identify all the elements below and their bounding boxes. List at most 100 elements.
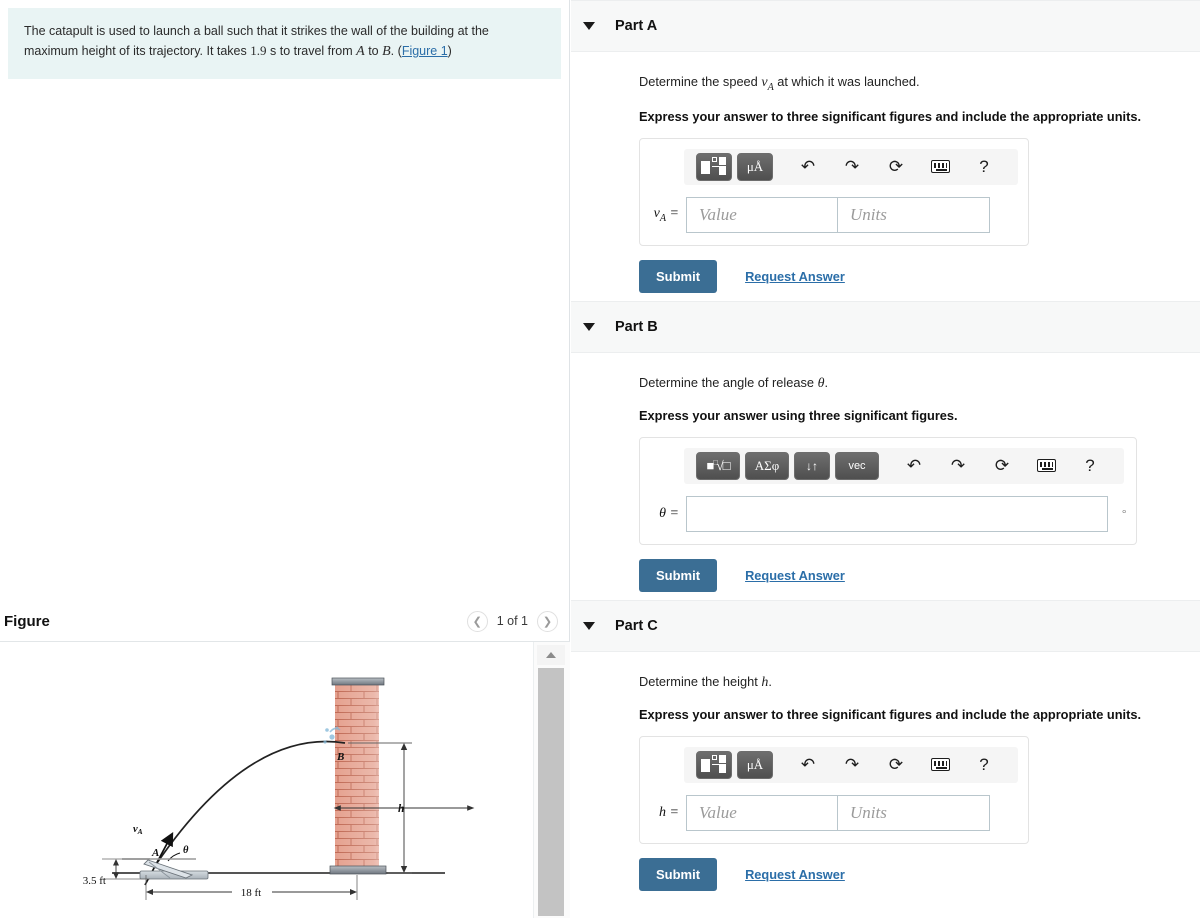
problem-page: The catapult is used to launch a ball su… (0, 0, 1200, 918)
problem-text-to: to (368, 44, 379, 59)
redo-icon[interactable]: ↷ (836, 751, 868, 779)
answer-panel: Part A Determine the speed vA at which i… (571, 0, 1200, 918)
part-b-actions: Submit Request Answer (639, 558, 1200, 592)
prompt-before: Determine the angle of release (639, 374, 814, 390)
chevron-left-icon[interactable]: ❮ (466, 610, 488, 632)
figure-label-h: h (398, 803, 404, 815)
part-c-actions: Submit Request Answer (639, 857, 1200, 891)
template-icon[interactable] (696, 152, 732, 181)
part-b-instruction: Express your answer using three signific… (639, 407, 958, 423)
svg-text:18 ft: 18 ft (241, 887, 261, 899)
problem-time-unit: s (269, 44, 277, 59)
part-b-input-row: θ = ° (650, 495, 1127, 532)
part-a-field-label: vA = (653, 205, 679, 224)
part-b-section: Part B Determine the angle of release θ.… (571, 300, 1200, 600)
redo-icon[interactable]: ↷ (942, 452, 974, 480)
micro-angstrom-icon[interactable]: μÅ (737, 152, 773, 181)
part-c-prompt: Determine the height h. (639, 674, 1200, 691)
problem-period: . (390, 44, 395, 59)
part-c-toolbar: μÅ ↶ ↷ ⟳ ? (684, 746, 1018, 783)
keyboard-icon[interactable] (1030, 452, 1062, 480)
collapse-caret-icon[interactable] (583, 621, 595, 630)
chevron-right-icon[interactable]: ❯ (537, 610, 558, 632)
problem-statement: The catapult is used to launch a ball su… (8, 8, 561, 80)
prompt-after: . (824, 374, 829, 390)
part-b-value-input[interactable] (686, 495, 1108, 532)
paren-close: ) (447, 44, 452, 59)
part-c-input-row: h = Value Units (650, 794, 1018, 831)
part-c-title: Part C (615, 617, 658, 634)
part-c-submit-button[interactable]: Submit (639, 857, 718, 891)
problem-text-middle: to travel from (279, 44, 353, 59)
help-icon[interactable]: ? (968, 153, 1000, 181)
part-c-header[interactable]: Part C (571, 599, 1200, 652)
keyboard-icon[interactable] (924, 751, 956, 779)
part-b-prompt: Determine the angle of release θ. (639, 375, 1200, 392)
part-a-title: Part A (615, 18, 658, 34)
keyboard-icon[interactable] (924, 153, 956, 181)
part-c-request-answer-link[interactable]: Request Answer (745, 867, 845, 882)
prompt-before: Determine the speed (639, 74, 758, 89)
figure-label-b: B (336, 751, 344, 763)
collapse-caret-icon[interactable] (583, 322, 595, 331)
catapult-diagram: A B vA θ h 3.5 ft 18 ft 18 ft (83, 677, 475, 900)
prompt-before: Determine the height (639, 673, 758, 689)
micro-angstrom-icon[interactable]: μÅ (737, 750, 773, 779)
figure-label-ground-height: 3.5 ft (83, 875, 106, 887)
reset-icon[interactable]: ⟳ (880, 153, 912, 181)
undo-icon[interactable]: ↶ (792, 751, 824, 779)
part-a-input-row: vA = Value Units (650, 196, 1018, 233)
figure-counter: 1 of 1 (496, 614, 528, 628)
figure-label-velocity: vA (133, 824, 143, 836)
figure-title: Figure (4, 612, 50, 630)
vector-icon[interactable]: vec (835, 451, 879, 480)
part-a-value-input[interactable]: Value (686, 196, 838, 233)
part-a-answer-box: μÅ ↶ ↷ ⟳ ? vA = Value Units (639, 137, 1029, 246)
part-a-actions: Submit Request Answer (639, 259, 1200, 293)
figure-1-link[interactable]: Figure 1 (402, 44, 448, 58)
part-b-submit-button[interactable]: Submit (639, 558, 718, 592)
scroll-up-arrow-icon[interactable] (537, 645, 565, 665)
left-panel: The catapult is used to launch a ball su… (0, 0, 570, 918)
problem-point-b: B (382, 44, 391, 60)
nth-root-icon[interactable]: ■□√□ (696, 451, 740, 480)
part-b-field-label: θ = (659, 505, 679, 521)
part-b-request-answer-link[interactable]: Request Answer (745, 568, 845, 583)
scrollbar-thumb[interactable] (538, 668, 564, 916)
figure-body: A B vA θ h 3.5 ft 18 ft 18 ft (0, 642, 570, 918)
part-c-answer-box: μÅ ↶ ↷ ⟳ ? h = Value Units (639, 735, 1029, 844)
reset-icon[interactable]: ⟳ (986, 452, 1018, 480)
redo-icon[interactable]: ↷ (836, 153, 868, 181)
greek-symbols-icon[interactable]: ΑΣφ (745, 451, 789, 480)
part-a-body: Determine the speed vA at which it was l… (571, 52, 1200, 301)
part-a-header[interactable]: Part A (571, 0, 1200, 52)
part-a-instruction: Express your answer to three significant… (639, 108, 1142, 124)
problem-time-value: 1.9 (250, 43, 267, 59)
help-icon[interactable]: ? (968, 751, 1000, 779)
part-c-instruction: Express your answer to three significant… (639, 706, 1142, 722)
part-b-header[interactable]: Part B (571, 300, 1200, 353)
figure-navigation: ❮ 1 of 1 ❯ (466, 610, 558, 632)
help-icon[interactable]: ? (1074, 452, 1106, 480)
undo-icon[interactable]: ↶ (898, 452, 930, 480)
template-icon[interactable] (696, 750, 732, 779)
part-a-section: Part A Determine the speed vA at which i… (571, 0, 1200, 301)
part-a-units-input[interactable]: Units (838, 196, 990, 233)
collapse-caret-icon[interactable] (583, 22, 595, 30)
prompt-after: . (768, 673, 772, 689)
part-b-degree-unit: ° (1122, 507, 1127, 520)
figure-label-theta: θ (183, 845, 189, 856)
prompt-after: at which it was launched. (777, 74, 920, 89)
part-c-field-label: h = (659, 804, 679, 820)
reset-icon[interactable]: ⟳ (880, 751, 912, 779)
prompt-symbol: vA (761, 75, 774, 93)
undo-icon[interactable]: ↶ (792, 153, 824, 181)
part-a-submit-button[interactable]: Submit (639, 259, 718, 293)
part-c-units-input[interactable]: Units (838, 794, 990, 831)
part-a-request-answer-link[interactable]: Request Answer (745, 269, 845, 284)
part-b-body: Determine the angle of release θ. Expres… (571, 353, 1200, 600)
updown-arrows-icon[interactable]: ↓↑ (794, 451, 830, 480)
figure-scrollbar[interactable] (533, 642, 570, 918)
part-c-body: Determine the height h. Express your ans… (571, 652, 1200, 899)
part-c-value-input[interactable]: Value (686, 794, 838, 831)
